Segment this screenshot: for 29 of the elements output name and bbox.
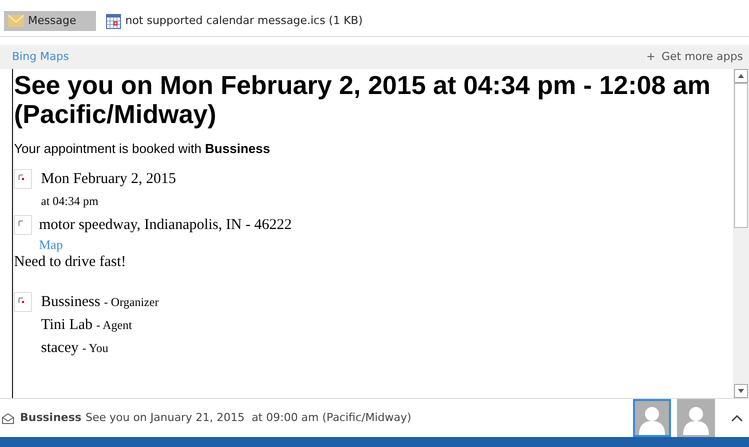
envelope-icon — [2, 412, 14, 424]
collapse-icon[interactable] — [731, 414, 743, 422]
broken-image-icon — [14, 292, 32, 312]
calendar-icon — [106, 14, 122, 28]
message-heading: See you on Mon February 2, 2015 at 04:34 pm - 12:08 am (Pacific/Midway) — [14, 71, 712, 129]
attendee-text: stacey - You — [41, 339, 110, 358]
sender-name: Bussiness — [20, 410, 82, 426]
scroll-thumb[interactable] — [733, 83, 749, 228]
note-text: Need to drive fast! — [14, 253, 128, 272]
contact-avatar[interactable] — [677, 399, 715, 437]
map-link[interactable]: Map — [39, 236, 63, 252]
attendee-text: Bussiness - Organizer — [41, 293, 159, 312]
message-subject: See you on January 21, 2015 at 09:00 am (Pacific/Midway) — [85, 410, 412, 426]
contact-avatar[interactable] — [633, 399, 671, 437]
scrollbar[interactable] — [733, 69, 749, 398]
broken-image-icon — [14, 168, 32, 188]
scroll-up-icon[interactable] — [733, 69, 749, 83]
plus-icon[interactable]: + — [646, 48, 656, 66]
envelope-icon — [8, 15, 24, 27]
event-location: motor speedway, Indianapolis, IN - 46222 — [39, 216, 292, 234]
event-time: at 04:34 pm — [41, 192, 100, 210]
event-date: Mon February 2, 2015 — [41, 170, 176, 188]
get-more-apps-link[interactable]: Get more apps — [661, 48, 743, 66]
attachment-tab[interactable]: not supported calendar message.ics (1 KB) — [102, 11, 369, 31]
broken-image-icon — [14, 214, 32, 234]
scroll-down-icon[interactable] — [733, 384, 749, 398]
attendee-text: Tini Lab - Agent — [41, 316, 133, 335]
attachment-tab[interactable]: Message — [4, 11, 96, 31]
intro-text: Your appointment is booked with Bussiness — [14, 140, 272, 158]
